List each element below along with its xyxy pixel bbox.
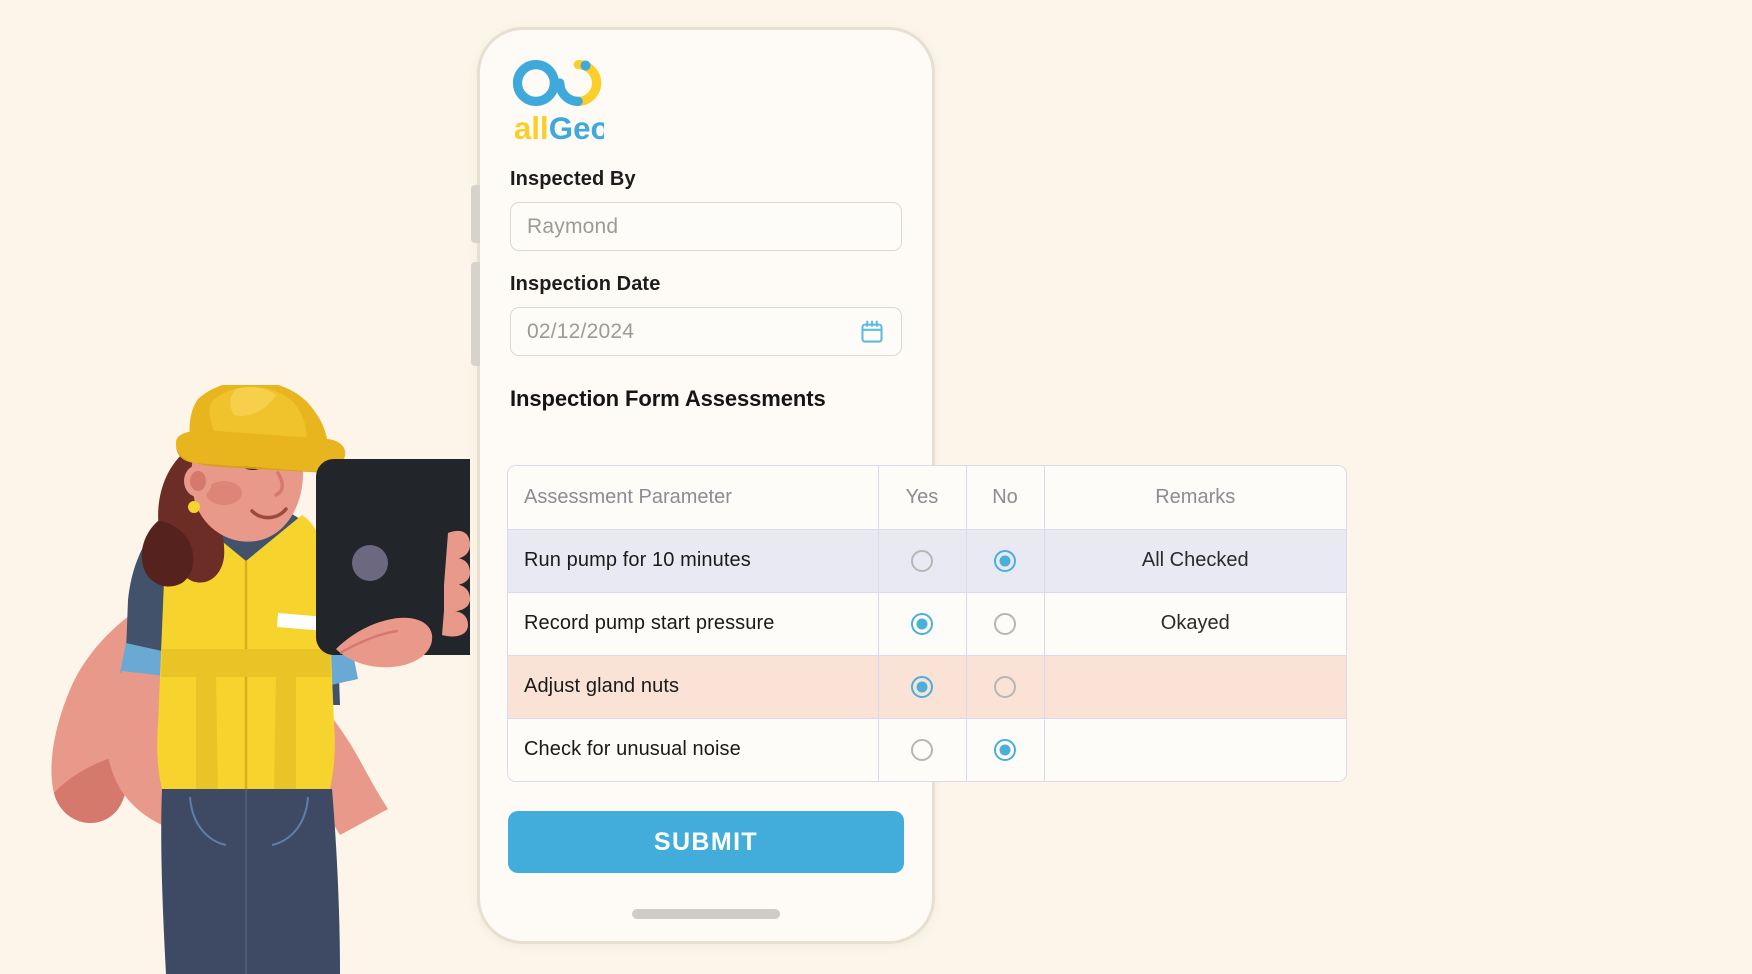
submit-button[interactable]: SUBMIT bbox=[508, 811, 904, 873]
table-body: Run pump for 10 minutes All Checked Reco… bbox=[508, 529, 1346, 781]
assessments-table: Assessment Parameter Yes No Remarks Run … bbox=[508, 466, 1346, 781]
cell-yes[interactable] bbox=[878, 529, 967, 593]
inspected-by-label: Inspected By bbox=[510, 168, 636, 190]
allgeo-logo: all Geo bbox=[512, 60, 604, 146]
radio-yes[interactable] bbox=[911, 675, 933, 698]
phone-side-button-lower[interactable] bbox=[471, 262, 480, 366]
phone-side-button-upper[interactable] bbox=[471, 185, 480, 243]
column-header-yes: Yes bbox=[878, 466, 967, 530]
calendar-icon[interactable] bbox=[859, 319, 885, 345]
table-head: Assessment Parameter Yes No Remarks bbox=[508, 466, 1346, 530]
column-header-no: No bbox=[966, 466, 1045, 530]
section-title: Inspection Form Assessments bbox=[510, 386, 826, 411]
svg-text:Geo: Geo bbox=[549, 111, 604, 146]
radio-no[interactable] bbox=[994, 738, 1016, 761]
radio-yes[interactable] bbox=[911, 549, 933, 572]
svg-text:all: all bbox=[514, 111, 549, 146]
column-header-remarks: Remarks bbox=[1044, 466, 1346, 530]
cell-yes[interactable] bbox=[878, 655, 967, 719]
table-row: Record pump start pressure Okayed bbox=[508, 592, 1346, 656]
cell-parameter: Run pump for 10 minutes bbox=[508, 529, 879, 593]
home-indicator bbox=[632, 909, 780, 919]
radio-yes[interactable] bbox=[911, 738, 933, 761]
cell-no[interactable] bbox=[966, 718, 1045, 781]
assessments-table-container: Assessment Parameter Yes No Remarks Run … bbox=[507, 465, 1347, 782]
cell-no[interactable] bbox=[966, 592, 1045, 656]
worker-illustration bbox=[40, 385, 470, 974]
cell-remarks[interactable] bbox=[1044, 718, 1346, 781]
page-root: all Geo Inspected By Raymond Inspection … bbox=[0, 0, 1752, 974]
table-row: Run pump for 10 minutes All Checked bbox=[508, 529, 1346, 593]
inspected-by-field[interactable]: Raymond bbox=[510, 202, 902, 251]
inspection-date-label: Inspection Date bbox=[510, 273, 661, 295]
cell-no[interactable] bbox=[966, 655, 1045, 719]
inspection-date-value: 02/12/2024 bbox=[527, 319, 635, 343]
cell-remarks[interactable]: Okayed bbox=[1044, 592, 1346, 656]
inspection-date-field[interactable]: 02/12/2024 bbox=[510, 307, 902, 356]
cell-yes[interactable] bbox=[878, 592, 967, 656]
radio-no[interactable] bbox=[994, 675, 1016, 698]
table-header-row: Assessment Parameter Yes No Remarks bbox=[508, 466, 1346, 530]
cell-parameter: Adjust gland nuts bbox=[508, 655, 879, 719]
cell-remarks[interactable] bbox=[1044, 655, 1346, 719]
radio-no[interactable] bbox=[994, 549, 1016, 572]
inspected-by-value: Raymond bbox=[527, 214, 619, 238]
table-row: Adjust gland nuts bbox=[508, 655, 1346, 719]
radio-no[interactable] bbox=[994, 612, 1016, 635]
radio-yes[interactable] bbox=[911, 612, 933, 635]
cell-parameter: Record pump start pressure bbox=[508, 592, 879, 656]
cell-no[interactable] bbox=[966, 529, 1045, 593]
column-header-parameter: Assessment Parameter bbox=[508, 466, 879, 530]
cell-yes[interactable] bbox=[878, 718, 967, 781]
cell-remarks[interactable]: All Checked bbox=[1044, 529, 1346, 593]
table-row: Check for unusual noise bbox=[508, 718, 1346, 781]
cell-parameter: Check for unusual noise bbox=[508, 718, 879, 781]
